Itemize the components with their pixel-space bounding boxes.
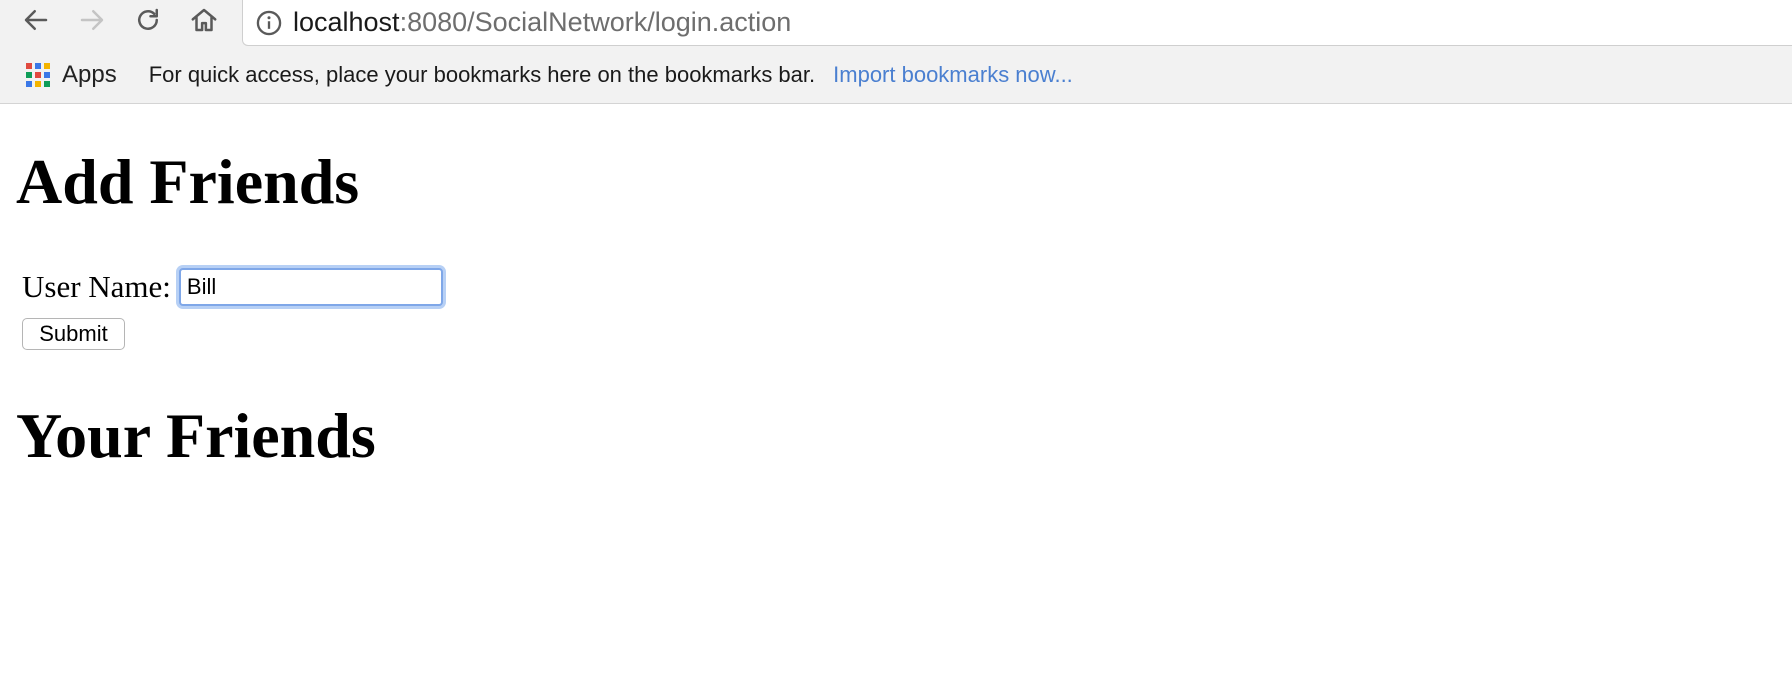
address-path: :8080/SocialNetwork/login.action: [399, 7, 792, 37]
home-icon: [191, 8, 217, 32]
arrow-left-icon: [24, 10, 48, 30]
add-friends-heading: Add Friends: [16, 146, 360, 217]
username-row: User Name:: [22, 268, 443, 306]
apps-button[interactable]: Apps: [26, 61, 117, 89]
import-bookmarks-link[interactable]: Import bookmarks now...: [833, 62, 1073, 88]
back-button[interactable]: [14, 0, 58, 40]
home-button[interactable]: [182, 0, 226, 40]
bookmarks-hint: For quick access, place your bookmarks h…: [148, 61, 816, 87]
username-input[interactable]: [178, 268, 443, 306]
browser-toolbar: localhost:8080/SocialNetwork/login.actio…: [0, 0, 1792, 46]
reload-icon: [138, 8, 158, 30]
forward-button[interactable]: [70, 0, 114, 40]
arrow-right-icon: [80, 10, 104, 30]
reload-button[interactable]: [126, 0, 170, 40]
address-url[interactable]: localhost:8080/SocialNetwork/login.actio…: [293, 7, 791, 38]
address-host: localhost: [293, 7, 400, 37]
submit-button[interactable]: Submit: [22, 318, 125, 350]
apps-grid-icon: [26, 62, 50, 87]
your-friends-heading: Your Friends: [16, 400, 376, 471]
info-icon[interactable]: [255, 9, 283, 37]
address-bar[interactable]: localhost:8080/SocialNetwork/login.actio…: [242, 0, 1792, 46]
username-label: User Name:: [22, 269, 171, 304]
bookmarks-bar: Apps For quick access, place your bookma…: [0, 46, 1792, 104]
apps-label: Apps: [62, 60, 117, 88]
